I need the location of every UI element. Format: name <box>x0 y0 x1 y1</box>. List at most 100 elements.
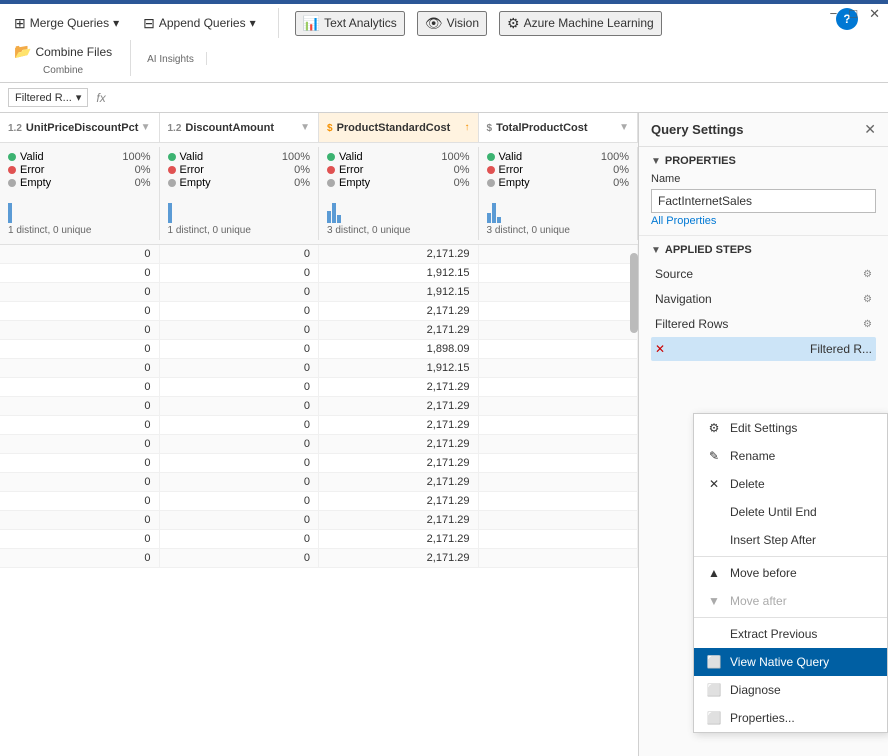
col-filter-0[interactable]: ▼ <box>141 122 151 133</box>
window-controls: − □ ✕ <box>830 6 880 22</box>
context-edit-settings[interactable]: ⚙ Edit Settings <box>694 414 887 442</box>
table-row: 002,171.29 <box>0 492 638 511</box>
formula-step-name: Filtered R... <box>15 92 72 104</box>
cell-3-1: 0 <box>160 302 320 320</box>
text-analytics-btn[interactable]: 📊 Text Analytics <box>295 11 405 36</box>
step-source-gear-icon[interactable]: ⚙ <box>863 269 872 280</box>
maximize-btn[interactable]: □ <box>849 6 857 22</box>
context-properties[interactable]: ⬜ Properties... <box>694 704 887 732</box>
context-rename[interactable]: ✎ Rename <box>694 442 887 470</box>
cell-13-2: 2,171.29 <box>319 492 479 510</box>
quality-footer-2: 3 distinct, 0 unique <box>327 225 470 236</box>
vertical-scrollbar[interactable] <box>630 253 638 333</box>
error-label-1: Error <box>180 164 204 176</box>
ai-section-label: AI Insights <box>147 54 194 65</box>
combine-section-label: Combine <box>43 65 83 76</box>
step-navigation-gear-icon[interactable]: ⚙ <box>863 294 872 305</box>
append-queries-btn[interactable]: ⊟ Append Queries ▾ <box>137 12 262 35</box>
col-filter-1[interactable]: ▼ <box>300 122 310 133</box>
cell-10-1: 0 <box>160 435 320 453</box>
context-extract-previous[interactable]: Extract Previous <box>694 620 887 648</box>
quality-bar-3c <box>497 217 501 223</box>
combine-files-btn[interactable]: 📂 Combine Files <box>8 40 118 63</box>
all-properties-link[interactable]: All Properties <box>651 215 716 227</box>
cell-15-3 <box>479 530 639 548</box>
vision-btn[interactable]: 👁 Vision <box>417 11 487 36</box>
cell-8-1: 0 <box>160 397 320 415</box>
cell-11-3 <box>479 454 639 472</box>
quality-footer-1: 1 distinct, 0 unique <box>168 225 311 236</box>
formula-dropdown[interactable]: Filtered R... ▾ <box>8 88 88 107</box>
table-row: 002,171.29 <box>0 416 638 435</box>
insert-step-icon <box>706 532 722 548</box>
context-delete-until-end-label: Delete Until End <box>730 505 817 519</box>
merge-queries-btn[interactable]: ⊞ Merge Queries ▾ <box>8 12 125 35</box>
step-source-label: Source <box>655 267 693 281</box>
grid-area: 1.2UnitPriceDiscountPct ▼ 1.2DiscountAmo… <box>0 113 638 756</box>
empty-label-3: Empty <box>499 177 530 189</box>
valid-label-2: Valid <box>339 151 363 163</box>
error-dot-0 <box>8 166 16 174</box>
step-source[interactable]: Source ⚙ <box>651 262 876 286</box>
vision-label: Vision <box>447 16 479 30</box>
context-delete-until-end[interactable]: Delete Until End <box>694 498 887 526</box>
cell-12-0: 0 <box>0 473 160 491</box>
context-view-native-query-label: View Native Query <box>730 655 829 669</box>
combine-section: 📂 Combine Files Combine <box>8 40 131 76</box>
col-sort-2[interactable]: ↑ <box>465 122 470 133</box>
properties-section: ▼ PROPERTIES Name All Properties <box>639 147 888 236</box>
cell-6-2: 1,912.15 <box>319 359 479 377</box>
view-native-query-icon: ⬜ <box>706 654 722 670</box>
vision-icon: 👁 <box>425 15 443 32</box>
minimize-btn[interactable]: − <box>830 6 838 22</box>
step-filtered-rows[interactable]: Filtered Rows ⚙ <box>651 312 876 336</box>
context-move-after-label: Move after <box>730 594 787 608</box>
query-panel-close-btn[interactable]: ✕ <box>864 121 876 138</box>
cell-6-3 <box>479 359 639 377</box>
col-name-0: UnitPriceDiscountPct <box>26 122 138 134</box>
context-view-native-query[interactable]: ⬜ View Native Query <box>694 648 887 676</box>
query-panel: Query Settings ✕ ▼ PROPERTIES Name All P… <box>638 113 888 756</box>
context-move-after: ▼ Move after <box>694 587 887 615</box>
col-type-3: $ <box>487 123 493 134</box>
cell-8-0: 0 <box>0 397 160 415</box>
step-navigation[interactable]: Navigation ⚙ <box>651 287 876 311</box>
col-header-2[interactable]: $ProductStandardCost ↑ <box>319 113 479 142</box>
error-dot-3 <box>487 166 495 174</box>
query-name-input[interactable] <box>651 189 876 213</box>
move-after-icon: ▼ <box>706 593 722 609</box>
extract-previous-icon <box>706 626 722 642</box>
col-header-0[interactable]: 1.2UnitPriceDiscountPct ▼ <box>0 113 160 142</box>
col-filter-3[interactable]: ▼ <box>619 122 629 133</box>
col-header-3[interactable]: $TotalProductCost ▼ <box>479 113 639 142</box>
close-btn[interactable]: ✕ <box>869 6 880 22</box>
cell-1-0: 0 <box>0 264 160 282</box>
table-row: 002,171.29 <box>0 378 638 397</box>
cell-13-3 <box>479 492 639 510</box>
delete-icon: ✕ <box>706 476 722 492</box>
cell-2-3 <box>479 283 639 301</box>
context-move-before[interactable]: ▲ Move before <box>694 559 887 587</box>
valid-dot-2 <box>327 153 335 161</box>
properties-arrow: ▼ <box>651 156 661 167</box>
query-panel-title: Query Settings <box>651 122 743 137</box>
quality-bar-2a <box>327 211 331 223</box>
col-name-3: TotalProductCost <box>496 122 587 134</box>
step-filtered-rows-gear-icon[interactable]: ⚙ <box>863 319 872 330</box>
fx-label: fx <box>96 91 105 105</box>
cell-14-3 <box>479 511 639 529</box>
context-insert-step-after[interactable]: Insert Step After <box>694 526 887 554</box>
cell-7-1: 0 <box>160 378 320 396</box>
table-row: 002,171.29 <box>0 511 638 530</box>
cell-14-1: 0 <box>160 511 320 529</box>
valid-dot-0 <box>8 153 16 161</box>
cell-9-0: 0 <box>0 416 160 434</box>
empty-label-2: Empty <box>339 177 370 189</box>
context-diagnose[interactable]: ⬜ Diagnose <box>694 676 887 704</box>
valid-pct-2: 100% <box>441 151 469 163</box>
azure-ml-btn[interactable]: ⚙ Azure Machine Learning <box>499 11 662 36</box>
col-header-1[interactable]: 1.2DiscountAmount ▼ <box>160 113 320 142</box>
context-delete[interactable]: ✕ Delete <box>694 470 887 498</box>
step-filtered-r-active[interactable]: ✕ Filtered R... <box>651 337 876 361</box>
cell-13-1: 0 <box>160 492 320 510</box>
